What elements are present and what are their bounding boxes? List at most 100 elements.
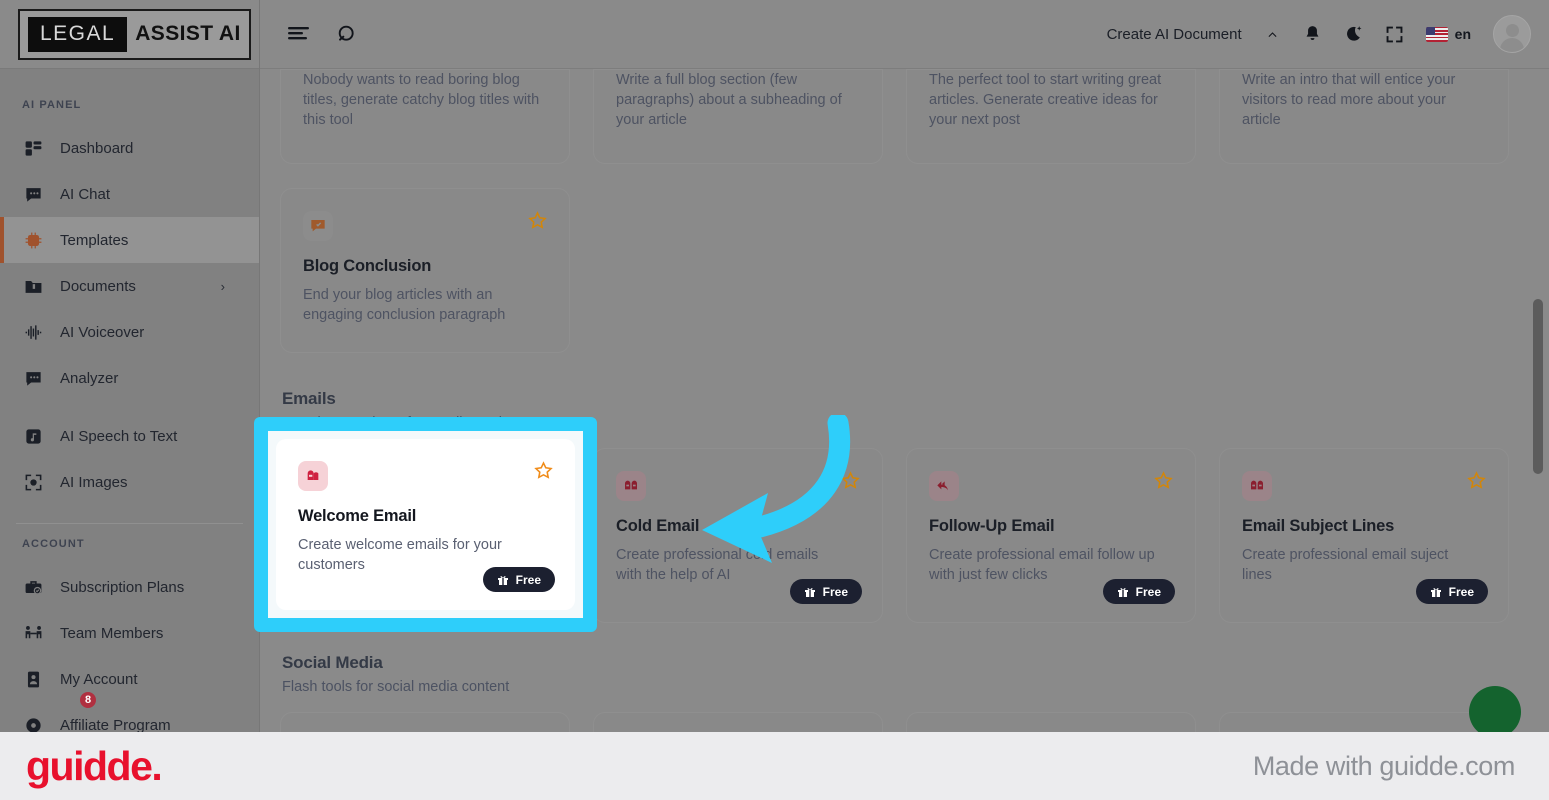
sidebar-nav: AI PANEL Dashboard AI Chat Templates Doc… xyxy=(0,69,259,800)
dashboard-icon xyxy=(22,137,44,159)
sidebar-item-dashboard[interactable]: Dashboard xyxy=(0,125,259,171)
sidebar-item-my-account[interactable]: My Account xyxy=(0,656,259,702)
sidebar-item-analyzer[interactable]: Analyzer xyxy=(0,355,259,401)
reply-all-icon xyxy=(929,471,959,501)
sidebar-item-label: AI Speech to Text xyxy=(60,427,178,445)
gift-icon xyxy=(1117,587,1128,597)
sidebar-item-label: Documents xyxy=(60,277,136,295)
section-title: Social Media xyxy=(282,653,383,672)
favorite-star-icon[interactable] xyxy=(1467,471,1486,495)
template-card-follow-up-email[interactable]: Follow-Up Email Create professional emai… xyxy=(906,448,1196,623)
chevron-right-icon: › xyxy=(220,278,225,294)
ai-chip-icon xyxy=(22,229,44,251)
sidebar-section-account: ACCOUNT xyxy=(22,538,85,550)
template-card-email-subject-lines[interactable]: Email Subject Lines Create professional … xyxy=(1219,448,1509,623)
sidebar-item-label: AI Images xyxy=(60,473,128,491)
notification-badge: 8 xyxy=(78,690,98,710)
mailbox-icon xyxy=(298,461,328,491)
sidebar-item-label: Analyzer xyxy=(60,369,119,387)
whatsapp-chat-button[interactable] xyxy=(1469,686,1521,738)
card-title: Blog Conclusion xyxy=(303,257,432,275)
create-ai-document-button[interactable]: Create AI Document xyxy=(1107,26,1242,43)
us-flag-icon xyxy=(1425,26,1448,42)
briefcase-check-icon xyxy=(22,576,44,598)
social-media-section-header: Social Media Flash tools for social medi… xyxy=(282,653,1509,695)
bell-icon[interactable] xyxy=(1303,24,1322,44)
template-card[interactable]: Write a full blog section (few paragraph… xyxy=(593,69,883,164)
sidebar-item-ai-speech-to-text[interactable]: AI Speech to Text xyxy=(0,413,259,459)
sidebar-item-label: Subscription Plans xyxy=(60,578,185,596)
camera-icon xyxy=(22,471,44,493)
card-description: Write a full blog section (few paragraph… xyxy=(616,72,842,128)
moon-icon[interactable] xyxy=(1344,24,1363,44)
team-icon xyxy=(22,622,44,644)
language-selector[interactable]: en xyxy=(1425,26,1471,42)
template-card[interactable]: Nobody wants to read boring blog titles,… xyxy=(280,69,570,164)
free-badge[interactable]: Free xyxy=(789,579,862,604)
card-description: Nobody wants to read boring blog titles,… xyxy=(303,72,540,128)
id-card-icon xyxy=(22,668,44,690)
main-area: Create AI Document en Nobody wants to re… xyxy=(260,0,1549,800)
card-title: Welcome Email xyxy=(298,507,417,525)
sidebar-item-label: Team Members xyxy=(60,624,164,642)
template-card[interactable]: The perfect tool to start writing great … xyxy=(906,69,1196,164)
hamburger-icon[interactable] xyxy=(288,26,309,43)
sidebar-section-ai-panel: AI PANEL xyxy=(22,99,82,111)
sidebar-item-ai-voiceover[interactable]: AI Voiceover xyxy=(0,309,259,355)
sidebar-item-ai-images[interactable]: AI Images xyxy=(0,459,259,505)
logo-legal-text: LEGAL xyxy=(28,16,128,52)
sidebar-item-label: Dashboard xyxy=(60,139,134,157)
mailbox-icon xyxy=(616,471,646,501)
app-logo[interactable]: LEGAL ASSIST AI xyxy=(0,0,259,69)
free-badge[interactable]: Free xyxy=(1102,579,1175,604)
card-description: The perfect tool to start writing great … xyxy=(929,72,1162,128)
free-badge[interactable]: Free xyxy=(1415,579,1488,604)
gift-icon xyxy=(497,575,508,585)
card-title: Follow-Up Email xyxy=(929,517,1055,535)
fullscreen-icon[interactable] xyxy=(1385,25,1404,44)
folder-icon xyxy=(22,275,44,297)
template-card-blog-conclusion[interactable]: Blog Conclusion End your blog articles w… xyxy=(280,188,570,353)
made-with-guidde-text: Made with guidde.com xyxy=(1252,750,1516,781)
card-title: Email Subject Lines xyxy=(1242,517,1395,535)
chat-check-icon xyxy=(303,211,333,241)
chat-icon xyxy=(22,183,44,205)
app-root: LEGAL ASSIST AI AI PANEL Dashboard AI Ch… xyxy=(0,0,1549,800)
guidde-footer-bar: guidde. Made with guidde.com xyxy=(0,732,1549,800)
search-icon[interactable] xyxy=(337,24,358,45)
sidebar-item-ai-chat[interactable]: AI Chat xyxy=(0,171,259,217)
sidebar-item-label: AI Voiceover xyxy=(60,323,145,341)
template-card[interactable]: Write an intro that will entice your vis… xyxy=(1219,69,1509,164)
template-card-cold-email[interactable]: Cold Email Create professional cold emai… xyxy=(593,448,883,623)
waveform-icon xyxy=(22,321,44,343)
blog-conclusion-row: Blog Conclusion End your blog articles w… xyxy=(280,188,1509,353)
sidebar-item-documents[interactable]: Documents › xyxy=(0,263,259,309)
sidebar-item-templates[interactable]: Templates xyxy=(0,217,259,263)
favorite-star-icon[interactable] xyxy=(1154,471,1173,495)
sidebar-item-team-members[interactable]: Team Members xyxy=(0,610,259,656)
free-badge-label: Free xyxy=(822,584,848,599)
avatar[interactable] xyxy=(1493,15,1531,53)
sidebar-item-subscription-plans[interactable]: Subscription Plans xyxy=(0,564,259,610)
logo-assist-text: ASSIST AI xyxy=(135,22,241,45)
free-badge[interactable]: Free xyxy=(482,567,555,592)
favorite-star-icon[interactable] xyxy=(528,211,547,235)
sidebar-item-label: Affiliate Program xyxy=(60,716,171,734)
section-subtitle: Flash tools for social media content xyxy=(282,679,510,695)
favorite-star-icon[interactable] xyxy=(534,461,553,485)
free-badge-label: Free xyxy=(515,572,541,587)
highlight-box: Welcome Email Create welcome emails for … xyxy=(254,417,597,632)
language-label: en xyxy=(1454,26,1471,42)
vertical-scrollbar[interactable] xyxy=(1533,139,1543,740)
sidebar-item-label: Templates xyxy=(60,231,129,249)
gift-icon xyxy=(1430,587,1441,597)
chevron-up-icon[interactable] xyxy=(1264,28,1281,40)
guidde-logo: guidde. xyxy=(26,742,163,789)
favorite-star-icon[interactable] xyxy=(841,471,860,495)
sidebar-divider xyxy=(16,523,243,524)
template-card-welcome-email[interactable]: Welcome Email Create welcome emails for … xyxy=(276,439,575,610)
mailbox-icon xyxy=(1242,471,1272,501)
sidebar-item-label: AI Chat xyxy=(60,185,111,203)
free-badge-label: Free xyxy=(1135,584,1161,599)
scrollbar-thumb[interactable] xyxy=(1533,299,1543,474)
